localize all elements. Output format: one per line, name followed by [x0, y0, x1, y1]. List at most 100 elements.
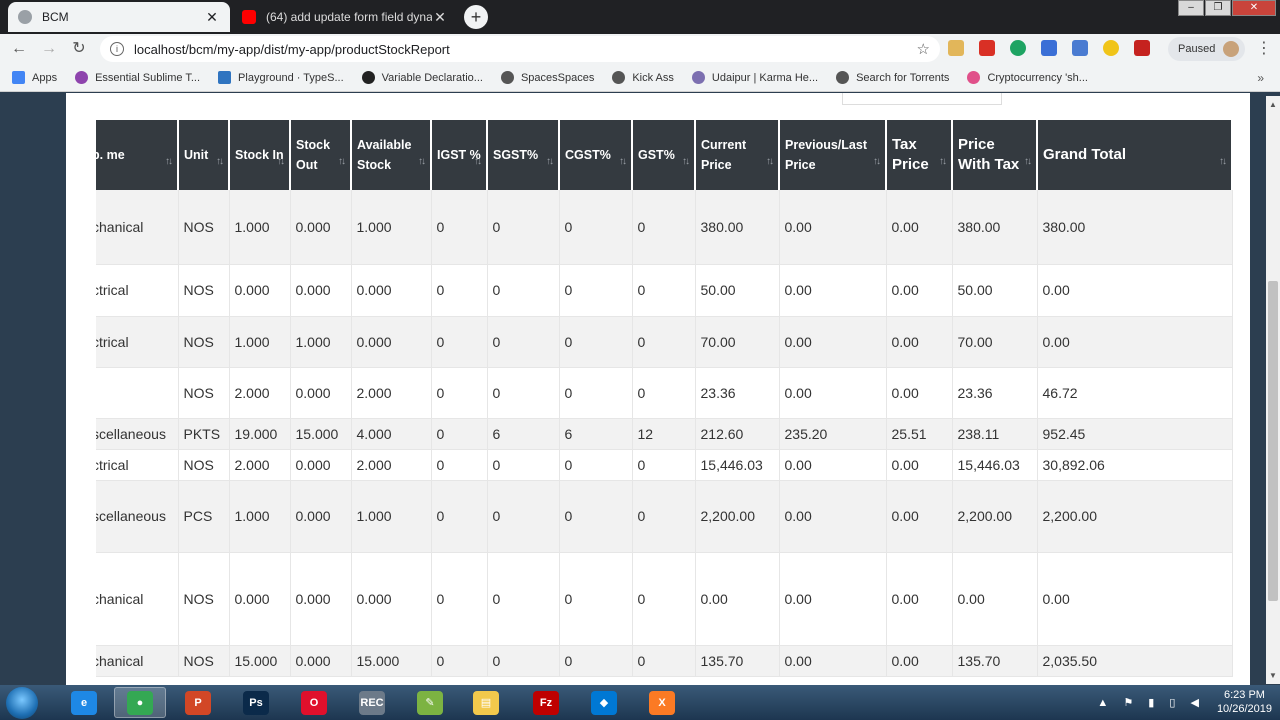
extension-icon[interactable] — [979, 40, 995, 56]
cell-value: 12 — [637, 425, 654, 442]
filezilla-icon: Fz — [533, 690, 559, 715]
taskbar-app-photoshop[interactable]: Ps — [230, 687, 282, 718]
taskbar-app-chrome[interactable]: ● — [114, 687, 166, 718]
taskbar-app-notepad[interactable]: ✎ — [404, 687, 456, 718]
profile-button[interactable]: Paused — [1168, 37, 1246, 61]
bookmark-item[interactable]: Essential Sublime T... — [75, 71, 200, 84]
menu-icon[interactable]: ⋮ — [1256, 38, 1272, 58]
sort-icon[interactable]: ↑↓ — [546, 152, 554, 172]
taskbar-app-filezilla[interactable]: Fz — [520, 687, 572, 718]
taskbar-app-internet-explorer[interactable]: e — [58, 687, 110, 718]
bookmark-apps[interactable]: Apps — [12, 71, 57, 84]
bookmark-item[interactable]: Playground · TypeS... — [218, 71, 344, 84]
sort-icon[interactable]: ↑↓ — [165, 152, 173, 172]
taskbar-app-powerpoint[interactable]: P — [172, 687, 224, 718]
sort-icon[interactable]: ↑↓ — [418, 152, 426, 172]
close-window-button[interactable]: ✕ — [1232, 0, 1276, 16]
maximize-button[interactable]: ❐ — [1205, 0, 1231, 16]
table-cell: 0.000 — [351, 316, 432, 368]
cors-icon[interactable] — [1134, 40, 1150, 56]
info-icon[interactable]: i — [110, 42, 124, 56]
column-header[interactable]: SGST% ↑↓ — [487, 120, 560, 190]
cell-value: 212.60 — [700, 425, 744, 442]
back-icon[interactable]: ← — [8, 38, 30, 60]
clock[interactable]: 6:23 PM 10/26/2019 — [1217, 688, 1272, 716]
table-cell: 0 — [559, 316, 633, 368]
table-cell: chanical — [96, 645, 179, 677]
bookmark-item[interactable]: SpacesSpaces — [500, 71, 594, 84]
column-header[interactable]: GST% ↑↓ — [632, 120, 696, 190]
more-bookmarks-icon[interactable]: » — [1257, 71, 1264, 85]
column-header[interactable]: IGST % ↑↓ — [431, 120, 488, 190]
scrollbar-thumb[interactable] — [1268, 281, 1278, 601]
star-icon[interactable]: ☆ — [917, 40, 930, 58]
column-header[interactable]: Current Price ↑↓ — [695, 120, 780, 190]
sort-icon[interactable]: ↑↓ — [216, 152, 224, 172]
sort-icon[interactable]: ↑↓ — [873, 152, 881, 172]
new-tab-button[interactable]: + — [464, 5, 488, 29]
cell-value: 0.00 — [784, 384, 812, 401]
table-cell: 0 — [431, 190, 488, 265]
sort-icon[interactable]: ↑↓ — [619, 152, 627, 172]
cell-value: chanical — [96, 590, 144, 607]
table-cell: 2,200.00 — [1037, 480, 1233, 553]
bookmark-item[interactable]: Search for Torrents — [836, 71, 949, 84]
bookmark-item[interactable]: Udaipur | Karma He... — [691, 71, 818, 84]
column-header[interactable]: Unit ↑↓ — [178, 120, 230, 190]
scroll-down-icon[interactable]: ▼ — [1269, 671, 1277, 680]
column-header[interactable]: p. me ↑↓ — [92, 120, 179, 190]
sort-icon[interactable]: ↑↓ — [338, 152, 346, 172]
scroll-up-icon[interactable]: ▲ — [1269, 100, 1277, 109]
column-header[interactable]: Previous/Last Price ↑↓ — [779, 120, 887, 190]
column-header[interactable]: Available Stock ↑↓ — [351, 120, 432, 190]
profile-status: Paused — [1178, 43, 1216, 55]
tab-youtube[interactable]: (64) add update form field dynami ✕ — [232, 2, 458, 32]
extension-icon[interactable] — [1103, 40, 1119, 56]
cell-value: 0 — [436, 333, 445, 350]
sort-icon[interactable]: ↑↓ — [1024, 152, 1032, 172]
translate-icon[interactable] — [1072, 40, 1088, 56]
sort-icon[interactable]: ↑↓ — [474, 152, 482, 172]
sort-icon[interactable]: ↑↓ — [682, 152, 690, 172]
page-scrollbar[interactable]: ▲ ▼ — [1266, 96, 1280, 684]
column-header[interactable]: Price With Tax ↑↓ — [952, 120, 1038, 190]
forward-icon[interactable]: → — [38, 38, 60, 60]
cell-value: 15.000 — [234, 652, 278, 669]
cell-value: 2.000 — [234, 456, 270, 473]
table-cell: 0.000 — [290, 367, 352, 419]
tab-bcm[interactable]: BCM ✕ — [8, 2, 230, 32]
column-header[interactable]: Stock Out ↑↓ — [290, 120, 352, 190]
bookmark-item[interactable]: Variable Declaratio... — [361, 71, 483, 84]
column-header[interactable]: Grand Total ↑↓ — [1037, 120, 1233, 190]
table-cell: 0.000 — [290, 449, 352, 481]
url-text[interactable]: localhost/bcm/my-app/dist/my-app/product… — [134, 42, 917, 57]
column-header[interactable]: Tax Price ↑↓ — [886, 120, 953, 190]
column-header[interactable]: Stock In ↑↓ — [229, 120, 291, 190]
bookmark-item[interactable]: Cryptocurrency 'sh... — [967, 71, 1088, 84]
extension-icon[interactable] — [948, 40, 964, 56]
taskbar-app-vscode[interactable]: ◆ — [578, 687, 630, 718]
taskbar-app-explorer[interactable]: ▤ — [460, 687, 512, 718]
close-icon[interactable]: ✕ — [432, 9, 448, 26]
sort-icon[interactable]: ↑↓ — [766, 152, 774, 172]
search-input[interactable] — [842, 93, 1002, 105]
close-icon[interactable]: ✕ — [204, 9, 220, 26]
column-header[interactable]: CGST% ↑↓ — [559, 120, 633, 190]
address-bar[interactable]: i localhost/bcm/my-app/dist/my-app/produ… — [100, 36, 940, 62]
sort-icon[interactable]: ↑↓ — [939, 152, 947, 172]
sort-icon[interactable]: ↑↓ — [1219, 152, 1227, 172]
bookmark-item[interactable]: Kick Ass — [612, 71, 674, 84]
start-button[interactable] — [6, 687, 38, 719]
reload-icon[interactable]: ↻ — [68, 38, 90, 60]
table-cell: 0.000 — [290, 190, 352, 265]
taskbar-app-recorder[interactable]: REC — [346, 687, 398, 718]
cell-value: 25.51 — [891, 425, 927, 442]
cell-value: 0.00 — [1042, 590, 1070, 607]
taskbar-app-opera[interactable]: O — [288, 687, 340, 718]
extension-icon[interactable] — [1041, 40, 1057, 56]
tray-icons[interactable]: ▲ ⚑ ▮ ▯ ◀ — [1097, 696, 1205, 709]
extension-icon[interactable] — [1010, 40, 1026, 56]
taskbar-app-xampp[interactable]: X — [636, 687, 688, 718]
sort-icon[interactable]: ↑↓ — [277, 152, 285, 172]
minimize-button[interactable]: – — [1178, 0, 1204, 16]
